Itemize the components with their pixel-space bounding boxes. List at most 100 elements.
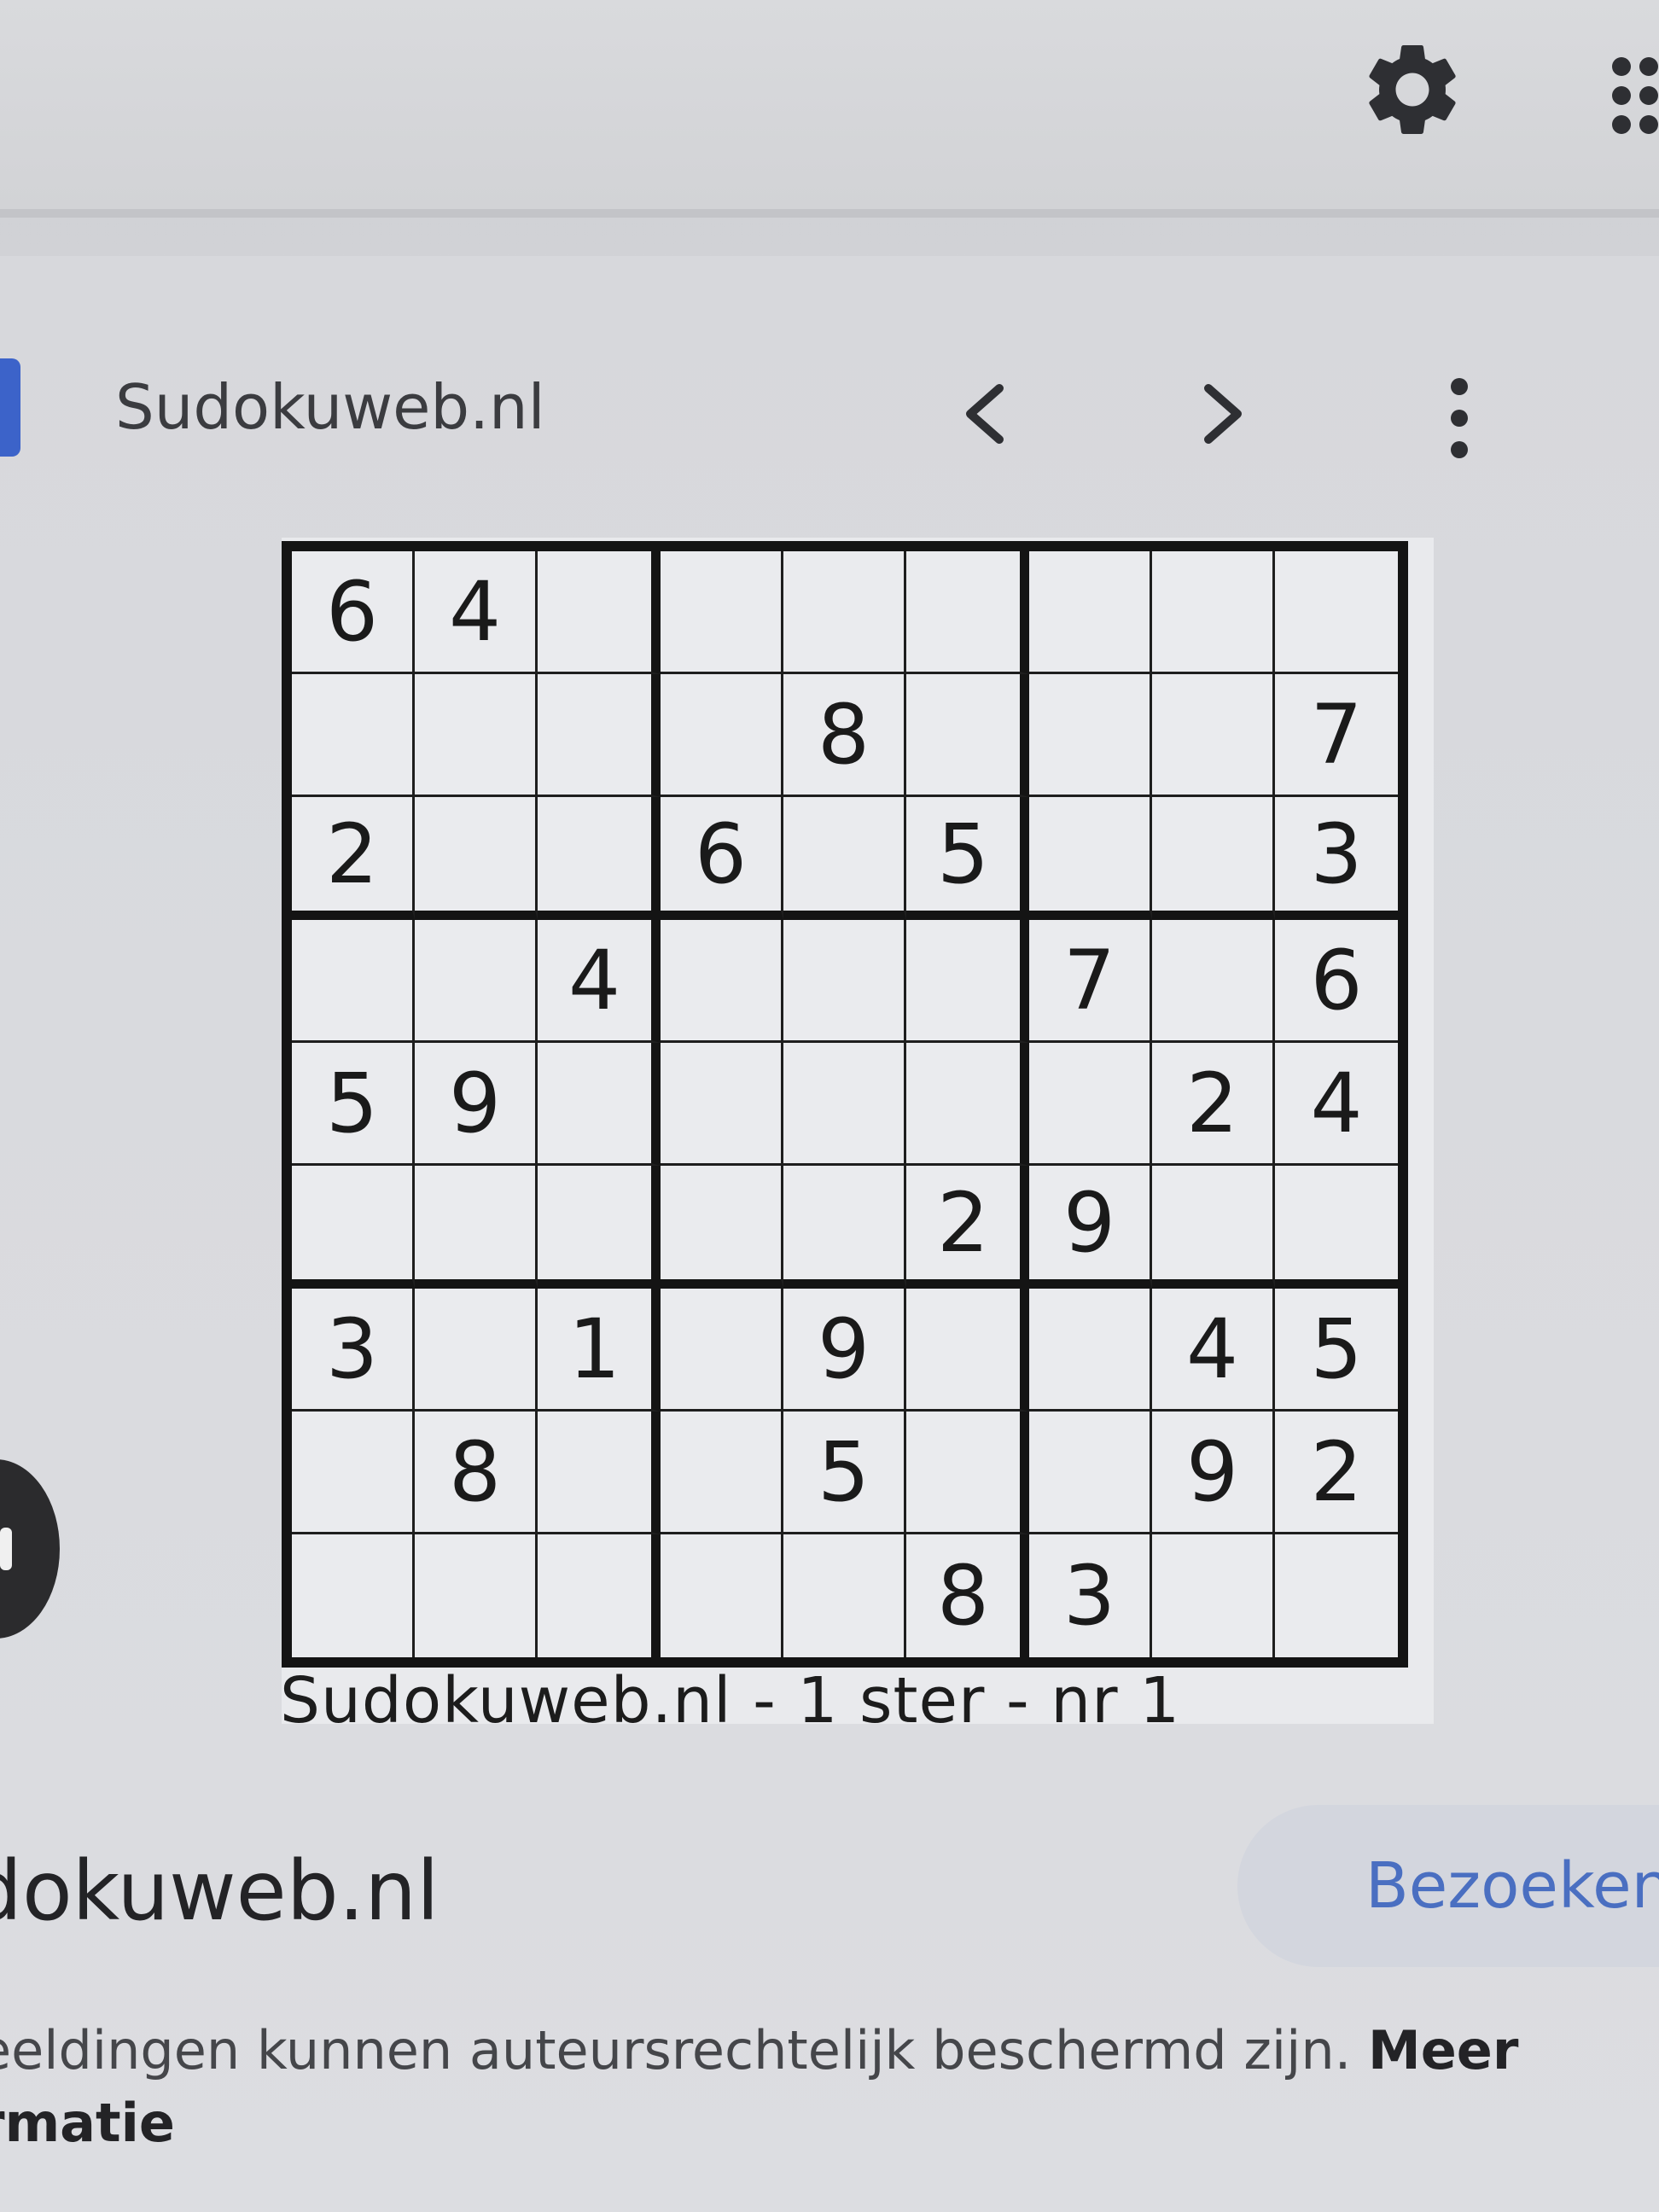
sudoku-cell: [661, 1289, 783, 1412]
sudoku-cell: [538, 1412, 661, 1534]
sudoku-cell: [415, 1534, 538, 1657]
sudoku-cell: [1152, 674, 1275, 797]
sudoku-cell: [292, 920, 415, 1043]
sudoku-cell: [292, 1534, 415, 1657]
divider: [0, 209, 1659, 218]
sudoku-cell: [415, 920, 538, 1043]
sudoku-cell: [1152, 920, 1275, 1043]
sudoku-cell: [415, 1289, 538, 1412]
sudoku-cell: 9: [1152, 1412, 1275, 1534]
sudoku-cell: [661, 1043, 783, 1166]
sudoku-cell: 5: [1275, 1289, 1398, 1412]
sudoku-cell: [415, 797, 538, 920]
sudoku-cell: [1152, 1534, 1275, 1657]
sudoku-cell: [1275, 1534, 1398, 1657]
sudoku-cell: 2: [906, 1166, 1029, 1289]
sudoku-cell: [906, 1043, 1029, 1166]
sudoku-cell: [1152, 797, 1275, 920]
sudoku-cell: 8: [783, 674, 906, 797]
sudoku-cell: [1275, 1166, 1398, 1289]
sudoku-cell: [1152, 1166, 1275, 1289]
sudoku-cell: [1275, 551, 1398, 674]
sudoku-cell: 6: [292, 551, 415, 674]
sudoku-cell: [538, 1043, 661, 1166]
sudoku-cell: [1029, 797, 1152, 920]
sudoku-cell: 3: [1275, 797, 1398, 920]
sudoku-cell: [292, 674, 415, 797]
settings-button[interactable]: [1357, 34, 1468, 145]
sudoku-cell: [906, 674, 1029, 797]
previous-image-button[interactable]: [934, 363, 1037, 465]
sudoku-cell: 7: [1029, 920, 1152, 1043]
sudoku-cell: [1029, 1043, 1152, 1166]
side-button-glyph: [0, 1528, 12, 1570]
result-domain[interactable]: dokuweb.nl: [0, 1843, 439, 1939]
sudoku-cell: [783, 797, 906, 920]
sudoku-cell: 6: [661, 797, 783, 920]
sudoku-cell: [783, 1043, 906, 1166]
sudoku-cell: 9: [415, 1043, 538, 1166]
sudoku-cell: [906, 1289, 1029, 1412]
sudoku-cell: [661, 1412, 783, 1534]
sudoku-cell: 1: [538, 1289, 661, 1412]
chevron-right-icon: [1204, 384, 1242, 444]
sudoku-cell: 2: [1152, 1043, 1275, 1166]
apps-button[interactable]: [1604, 51, 1659, 145]
more-info-link-continued[interactable]: rmatie: [0, 2092, 175, 2154]
sudoku-cell: 4: [415, 551, 538, 674]
sudoku-cell: [1029, 1289, 1152, 1412]
top-app-bar: [0, 0, 1659, 209]
sudoku-cell: 4: [1275, 1043, 1398, 1166]
sudoku-cell: [783, 551, 906, 674]
sudoku-cell: [538, 674, 661, 797]
sudoku-cell: [1029, 1412, 1152, 1534]
sudoku-cell: 3: [1029, 1534, 1152, 1657]
sudoku-cell: 6: [1275, 920, 1398, 1043]
more-info-link[interactable]: Meer: [1368, 2019, 1518, 2081]
notice-text: eeldingen kunnen auteursrechtelijk besch…: [0, 2019, 1369, 2081]
sudoku-cell: [661, 920, 783, 1043]
sudoku-cell: 2: [1275, 1412, 1398, 1534]
sudoku-cell: [538, 797, 661, 920]
visit-button[interactable]: Bezoeken: [1237, 1805, 1659, 1967]
image-caption: Sudokuweb.nl - 1 ster - nr 1: [280, 1664, 1181, 1738]
sudoku-cell: 7: [1275, 674, 1398, 797]
sudoku-cell: 3: [292, 1289, 415, 1412]
gear-icon: [1369, 44, 1456, 134]
sudoku-cell: 5: [906, 797, 1029, 920]
sudoku-grid: 6487265347659242931945859283: [282, 541, 1408, 1668]
sudoku-cell: [661, 1534, 783, 1657]
sudoku-cell: [292, 1166, 415, 1289]
sudoku-cell: 8: [415, 1412, 538, 1534]
sudoku-cell: [906, 920, 1029, 1043]
sudoku-cell: [292, 1412, 415, 1534]
chevron-left-icon: [966, 384, 1004, 444]
sudoku-cell: [1029, 551, 1152, 674]
sudoku-cell: 4: [538, 920, 661, 1043]
next-image-button[interactable]: [1171, 363, 1273, 465]
copyright-notice: eeldingen kunnen auteursrechtelijk besch…: [0, 2014, 1549, 2159]
sudoku-cell: 8: [906, 1534, 1029, 1657]
site-title[interactable]: Sudokuweb.nl: [115, 371, 545, 443]
sudoku-cell: [661, 674, 783, 797]
sudoku-cell: 5: [292, 1043, 415, 1166]
sudoku-cell: 9: [1029, 1166, 1152, 1289]
sudoku-cell: 9: [783, 1289, 906, 1412]
sudoku-cell: 5: [783, 1412, 906, 1534]
sudoku-cell: [538, 551, 661, 674]
sudoku-cell: [1152, 551, 1275, 674]
sudoku-cell: [415, 1166, 538, 1289]
sudoku-cell: [906, 1412, 1029, 1534]
sudoku-cell: [1029, 674, 1152, 797]
sudoku-cell: [906, 551, 1029, 674]
more-options-button[interactable]: [1434, 363, 1485, 474]
site-favicon-icon: [0, 358, 20, 457]
sudoku-cell: 4: [1152, 1289, 1275, 1412]
sudoku-cell: [783, 1534, 906, 1657]
sudoku-cell: [415, 674, 538, 797]
sudoku-cell: [538, 1534, 661, 1657]
sudoku-cell: 2: [292, 797, 415, 920]
more-vertical-icon: [1451, 378, 1468, 458]
apps-grid-icon: [1612, 57, 1658, 134]
sudoku-cell: [783, 920, 906, 1043]
